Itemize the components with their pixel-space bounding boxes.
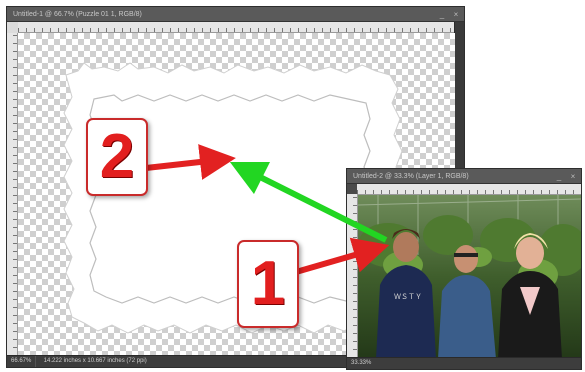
photo-image: ＷＳＴＹ	[358, 195, 581, 358]
minimize-icon[interactable]: _	[555, 169, 563, 184]
document-info: 14.222 inches x 10.667 inches (72 ppi)	[43, 358, 147, 364]
horizontal-ruler[interactable]	[18, 22, 455, 33]
vertical-ruler[interactable]	[7, 33, 18, 356]
minimize-icon[interactable]: _	[438, 7, 446, 22]
vertical-ruler[interactable]	[347, 194, 358, 358]
callout-2: 2	[86, 118, 148, 196]
window-controls: _ ×	[555, 169, 577, 184]
close-icon[interactable]: ×	[452, 7, 460, 22]
window-title: Untitled-2 @ 33.3% (Layer 1, RGB/8)	[353, 173, 469, 180]
document-window-photo[interactable]: Untitled-2 @ 33.3% (Layer 1, RGB/8) _ ×	[346, 168, 582, 370]
horizontal-ruler[interactable]	[357, 184, 581, 195]
close-icon[interactable]: ×	[569, 169, 577, 184]
status-bar: 33.33%	[347, 357, 581, 369]
callout-1: 1	[237, 240, 299, 328]
zoom-level[interactable]: 33.33%	[347, 358, 375, 369]
window-titlebar[interactable]: Untitled-2 @ 33.3% (Layer 1, RGB/8)	[347, 169, 581, 184]
callout-2-number: 2	[99, 122, 135, 191]
zoom-level[interactable]: 66.67%	[7, 356, 36, 367]
window-titlebar[interactable]: Untitled-1 @ 66.7% (Puzzle 01 1, RGB/8)	[7, 7, 464, 22]
canvas-photo[interactable]: ＷＳＴＹ	[358, 195, 581, 358]
callout-1-number: 1	[250, 249, 286, 318]
window-controls: _ ×	[438, 7, 460, 22]
window-title: Untitled-1 @ 66.7% (Puzzle 01 1, RGB/8)	[13, 11, 142, 18]
svg-text:ＷＳＴＹ: ＷＳＴＹ	[394, 293, 422, 301]
